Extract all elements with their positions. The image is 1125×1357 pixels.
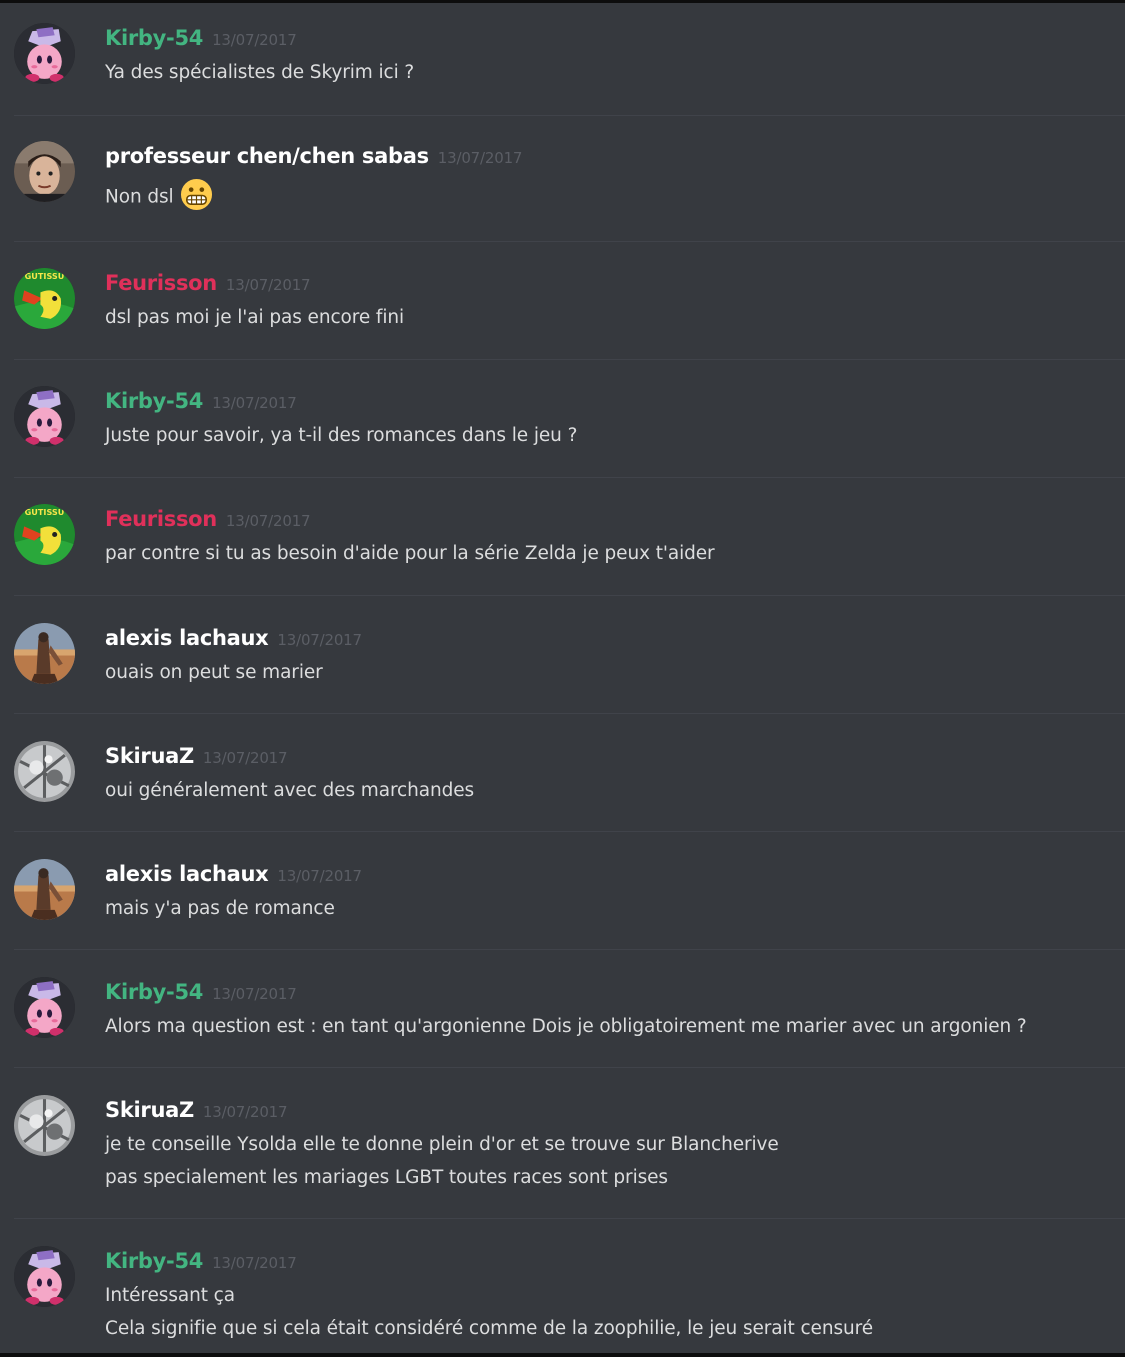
timestamp: 13/07/2017	[212, 1254, 297, 1272]
username[interactable]: SkiruaZ	[105, 1098, 194, 1122]
username[interactable]: alexis lachaux	[105, 626, 269, 650]
message-text-row: Non dsl	[105, 178, 213, 211]
message-text: je te conseille Ysolda elle te donne ple…	[105, 1134, 779, 1155]
message-text: par contre si tu as besoin d'aide pour l…	[105, 543, 715, 564]
message-divider	[14, 949, 1125, 950]
kirby-avatar[interactable]	[14, 386, 75, 447]
skiruaz-avatar[interactable]	[14, 741, 75, 802]
username[interactable]: Feurisson	[105, 507, 217, 531]
username[interactable]: alexis lachaux	[105, 862, 269, 886]
timestamp: 13/07/2017	[212, 985, 297, 1003]
timestamp: 13/07/2017	[202, 1103, 288, 1121]
message-header: Kirby-54 13/07/2017	[105, 386, 297, 416]
timestamp: 13/07/2017	[277, 631, 362, 649]
message-divider	[14, 713, 1125, 714]
message-text: pas specialement les mariages LGBT toute…	[105, 1167, 668, 1188]
chen-avatar[interactable]	[14, 141, 75, 202]
username[interactable]: professeur chen/chen sabas	[105, 144, 429, 168]
message-divider	[14, 595, 1125, 596]
message-divider	[14, 1218, 1125, 1219]
message-header: SkiruaZ 13/07/2017	[105, 741, 288, 771]
message-divider	[14, 477, 1125, 478]
message-text: Non dsl	[105, 186, 174, 208]
message-header: SkiruaZ 13/07/2017	[105, 1095, 288, 1125]
message-text: Cela signifie que si cela était considér…	[105, 1318, 874, 1339]
message-divider	[14, 831, 1125, 832]
username[interactable]: Kirby-54	[105, 389, 203, 413]
username[interactable]: Feurisson	[105, 271, 217, 295]
timestamp: 13/07/2017	[202, 749, 288, 767]
message-text: Intéressant ça	[105, 1285, 235, 1306]
alexis-avatar[interactable]	[14, 859, 75, 920]
username[interactable]: Kirby-54	[105, 980, 203, 1004]
timestamp: 13/07/2017	[225, 276, 311, 294]
message-text: Alors ma question est : en tant qu'argon…	[105, 1016, 1027, 1037]
kirby-avatar[interactable]	[14, 23, 75, 84]
username[interactable]: Kirby-54	[105, 26, 203, 50]
message-divider	[14, 359, 1125, 360]
timestamp: 13/07/2017	[277, 867, 362, 885]
feurisson-avatar[interactable]: GUTISSU	[14, 268, 75, 329]
message-header: Feurisson 13/07/2017	[105, 504, 311, 534]
message-text: oui généralement avec des marchandes	[105, 780, 475, 801]
kirby-avatar[interactable]	[14, 977, 75, 1038]
message-header: Kirby-54 13/07/2017	[105, 977, 297, 1007]
feurisson-avatar[interactable]: GUTISSU	[14, 504, 75, 565]
message-text: Juste pour savoir, ya t-il des romances …	[105, 425, 578, 446]
timestamp: 13/07/2017	[212, 31, 297, 49]
chat-window: Kirby-54 13/07/2017 Ya des spécialistes d…	[0, 0, 1125, 1357]
timestamp: 13/07/2017	[225, 512, 311, 530]
message-text: ouais on peut se marier	[105, 662, 323, 683]
svg-text:GUTISSU: GUTISSU	[25, 271, 65, 281]
username[interactable]: SkiruaZ	[105, 744, 194, 768]
alexis-avatar[interactable]	[14, 623, 75, 684]
skiruaz-avatar[interactable]	[14, 1095, 75, 1156]
kirby-avatar[interactable]	[14, 1246, 75, 1307]
message-header: Feurisson 13/07/2017	[105, 268, 311, 298]
message-text: Ya des spécialistes de Skyrim ici ?	[105, 62, 415, 83]
message-text: dsl pas moi je l'ai pas encore fini	[105, 307, 405, 328]
message-header: alexis lachaux 13/07/2017	[105, 623, 362, 653]
timestamp: 13/07/2017	[212, 394, 297, 412]
timestamp: 13/07/2017	[437, 149, 523, 167]
message-divider	[14, 1067, 1125, 1068]
message-divider	[14, 241, 1125, 242]
message-header: professeur chen/chen sabas 13/07/2017	[105, 141, 522, 171]
svg-text:GUTISSU: GUTISSU	[25, 507, 65, 517]
message-divider	[14, 115, 1125, 116]
message-header: Kirby-54 13/07/2017	[105, 1246, 297, 1276]
username[interactable]: Kirby-54	[105, 1249, 203, 1273]
message-header: alexis lachaux 13/07/2017	[105, 859, 362, 889]
message-header: Kirby-54 13/07/2017	[105, 23, 297, 53]
grimacing-face-emoji	[180, 178, 213, 211]
message-text: mais y'a pas de romance	[105, 898, 335, 919]
